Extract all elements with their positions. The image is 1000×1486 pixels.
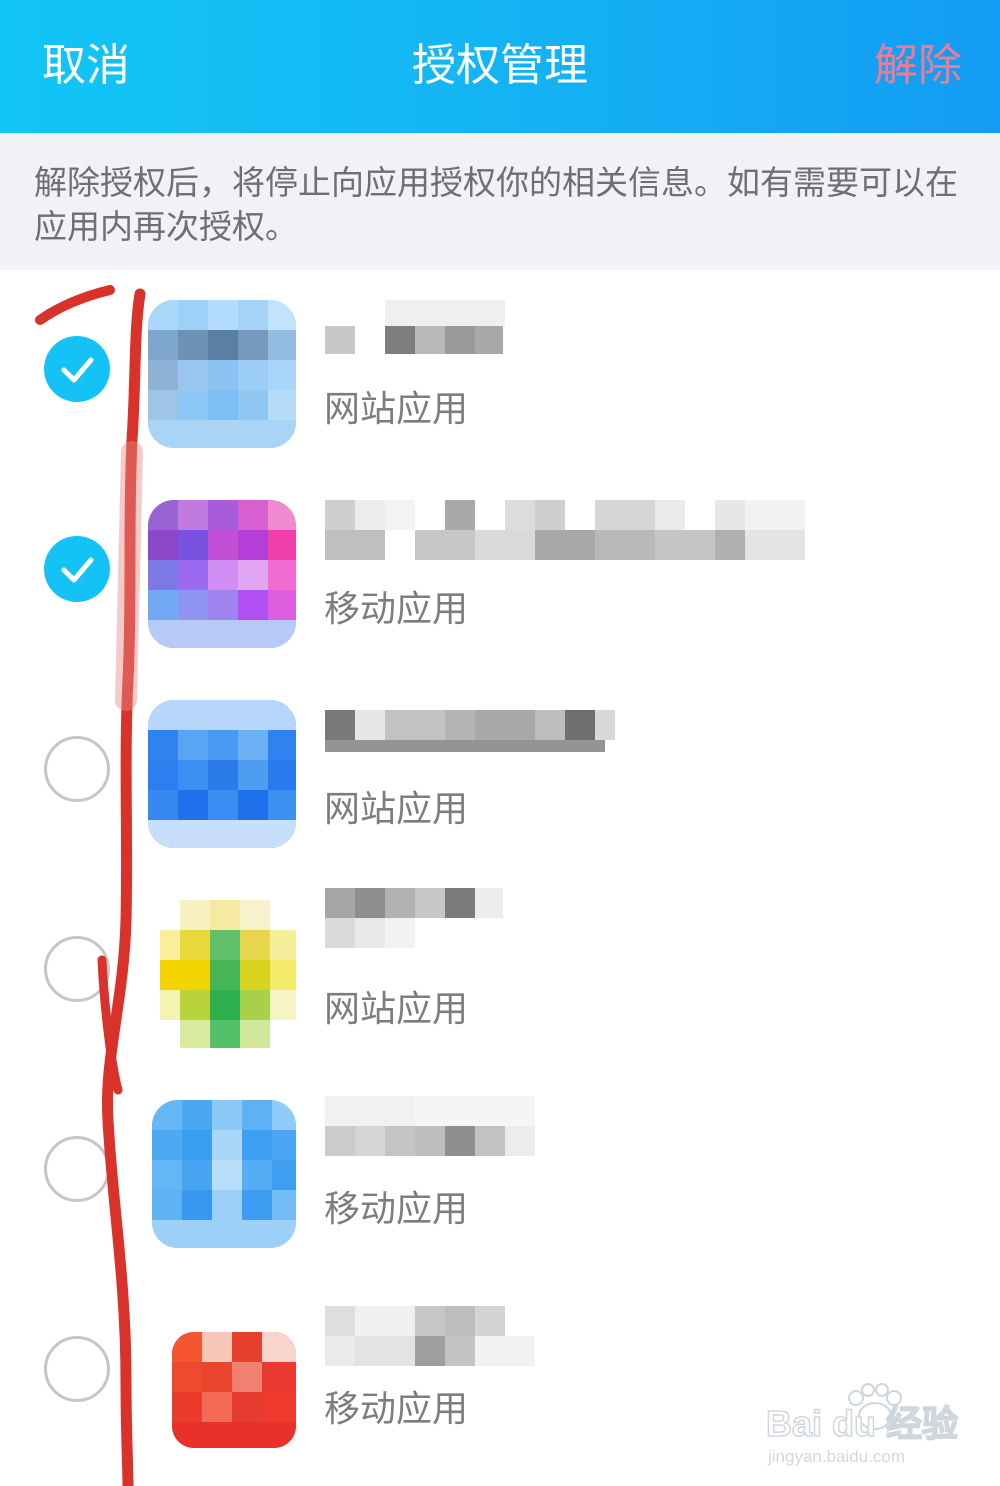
checkbox-unchecked[interactable] <box>44 1336 110 1402</box>
app-type-label: 网站应用 <box>324 989 469 1030</box>
page-title: 授权管理 <box>412 40 588 91</box>
checkbox-unchecked[interactable] <box>44 736 110 802</box>
checkbox-unchecked[interactable] <box>44 1136 110 1202</box>
app-type-label: 移动应用 <box>324 1189 469 1230</box>
app-type-label: 移动应用 <box>324 1389 469 1430</box>
app-row[interactable]: 网站应用 <box>0 870 1000 1070</box>
watermark-brand: Bai du 经验 <box>766 1403 958 1444</box>
checkbox-checked[interactable] <box>44 336 110 402</box>
app-icon-blurred <box>148 500 296 648</box>
checkbox-checked[interactable] <box>44 536 110 602</box>
app-row[interactable]: 网站应用 <box>0 270 1000 470</box>
app-name-blurred <box>325 300 505 354</box>
checkmark-icon <box>61 557 94 583</box>
app-icon-blurred <box>148 700 296 848</box>
app-row[interactable]: 移动应用 <box>0 1070 1000 1270</box>
revoke-button[interactable]: 解除 <box>874 36 962 96</box>
app-type-label: 网站应用 <box>324 789 469 830</box>
app-row[interactable]: 网站应用 <box>0 670 1000 870</box>
checkmark-icon <box>61 357 94 383</box>
app-name-blurred <box>325 888 503 948</box>
app-icon-blurred <box>160 900 296 1048</box>
app-name-blurred <box>325 500 805 560</box>
app-type-label: 移动应用 <box>324 589 469 630</box>
checkbox-unchecked[interactable] <box>44 936 110 1002</box>
app-type-label: 网站应用 <box>324 389 469 430</box>
app-name-blurred <box>325 710 615 752</box>
paw-logo-icon: Bai du 经验 jingyan.baidu.com <box>765 1383 959 1466</box>
authorized-app-list: 网站应用 移动应用 网站应用 网站应用 移动应用 移动应用 <box>0 270 1000 1486</box>
app-icon-blurred <box>172 1332 296 1448</box>
app-name-blurred <box>325 1096 535 1156</box>
app-row[interactable]: 移动应用 <box>0 470 1000 670</box>
baidu-jingyan-watermark: Bai du 经验 jingyan.baidu.com <box>764 1378 974 1468</box>
notice-text: 解除授权后，将停止向应用授权你的相关信息。如有需要可以在应用内再次授权。 <box>34 163 958 246</box>
app-icon-blurred <box>152 1100 296 1248</box>
app-icon-blurred <box>148 300 296 448</box>
revoke-notice: 解除授权后，将停止向应用授权你的相关信息。如有需要可以在应用内再次授权。 <box>0 133 1000 270</box>
watermark-url: jingyan.baidu.com <box>767 1447 905 1466</box>
app-name-blurred <box>325 1306 535 1366</box>
header-bar: 取消 授权管理 解除 <box>0 0 1000 133</box>
